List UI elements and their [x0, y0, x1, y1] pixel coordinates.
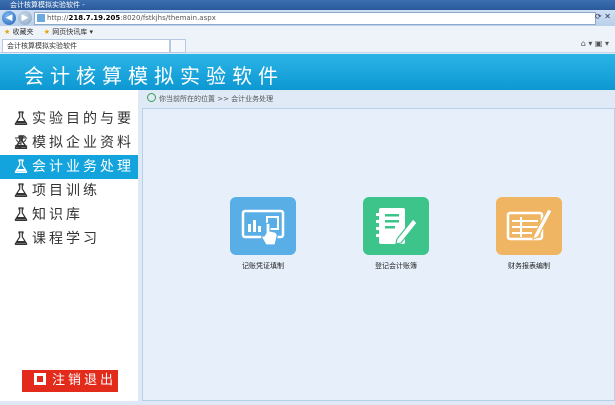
window-titlebar: 会计核算模拟实验软件 - — [0, 0, 615, 10]
add-favorite-icon[interactable]: ★ — [44, 28, 50, 36]
sidebar-item-6[interactable]: 课程学习 — [0, 227, 138, 251]
web-slice-link[interactable]: 网页快讯库 ▾ — [52, 28, 93, 36]
report-card[interactable] — [496, 197, 562, 255]
main-content: 你当前所在的位置 >> 会计业务处理 记账凭证填制 登记会计账簿 财务报表编制 — [140, 90, 615, 401]
home-icon[interactable]: ⌂ ▾ ▣ ▾ — [581, 39, 609, 48]
flask-icon — [14, 135, 32, 151]
logout-label: 注销退出 — [52, 373, 117, 388]
exit-icon — [34, 373, 46, 385]
app-header: 会计核算模拟实验软件 — [0, 54, 615, 90]
window-title: 会计核算模拟实验软件 - — [10, 1, 85, 9]
logout-button[interactable]: 注销退出 — [22, 370, 118, 392]
module-panel: 记账凭证填制 登记会计账簿 财务报表编制 — [142, 108, 615, 401]
voucher-icon — [230, 197, 296, 255]
url-path: :8020/fstkjhs/themain.aspx — [120, 14, 216, 22]
sidebar-item-label: 会计业务处理 — [32, 159, 134, 175]
sidebar-item-label: 模拟企业资料 — [32, 135, 134, 151]
page-icon — [37, 14, 45, 22]
ledger-icon — [363, 197, 429, 255]
sidebar-item-label: 项目训练 — [32, 183, 100, 199]
sidebar: 实验目的与要求 模拟企业资料 会计业务处理 项目训练知识库课程学习 注销退出 — [0, 90, 138, 401]
sidebar-item-label: 知识库 — [32, 207, 83, 223]
new-tab-button[interactable] — [170, 39, 186, 53]
report-icon — [496, 197, 562, 255]
sidebar-item-2[interactable]: 模拟企业资料 — [0, 131, 138, 155]
ledger-label[interactable]: 登记会计账簿 — [351, 261, 441, 271]
back-icon[interactable]: ◀ — [2, 11, 16, 25]
browser-tab[interactable]: 会计核算模拟实验软件 — [2, 39, 170, 53]
report-label[interactable]: 财务报表编制 — [484, 261, 574, 271]
ledger-card[interactable] — [363, 197, 429, 255]
sidebar-item-4[interactable]: 项目训练 — [0, 179, 138, 203]
location-pin-icon — [147, 93, 156, 102]
sidebar-item-5[interactable]: 知识库 — [0, 203, 138, 227]
address-bar: ◀ ▶ http://218.7.19.205:8020/fstkjhs/the… — [0, 10, 615, 26]
flask-icon — [14, 159, 32, 175]
voucher-card[interactable] — [230, 197, 296, 255]
favorites-button[interactable]: 收藏夹 — [13, 28, 34, 36]
sidebar-item-1[interactable]: 实验目的与要求 — [0, 107, 138, 151]
refresh-icon[interactable]: ⟳ ✕ — [595, 12, 611, 21]
star-icon[interactable]: ★ — [4, 28, 10, 36]
url-prefix: http:// — [47, 14, 69, 22]
sidebar-item-label: 课程学习 — [32, 231, 100, 247]
flask-icon — [14, 111, 32, 127]
app-title: 会计核算模拟实验软件 — [24, 64, 284, 88]
flask-icon — [14, 231, 32, 247]
sidebar-item-3[interactable]: 会计业务处理 — [0, 155, 138, 179]
sidebar-menu: 实验目的与要求 模拟企业资料 会计业务处理 项目训练知识库课程学习 — [0, 107, 138, 251]
breadcrumb-text: 你当前所在的位置 >> 会计业务处理 — [159, 95, 274, 103]
breadcrumb: 你当前所在的位置 >> 会计业务处理 — [140, 90, 615, 108]
tab-title: 会计核算模拟实验软件 — [7, 42, 77, 50]
forward-icon[interactable]: ▶ — [18, 11, 32, 25]
flask-icon — [14, 207, 32, 223]
url-input[interactable]: http://218.7.19.205:8020/fstkjhs/themain… — [34, 12, 596, 25]
tab-bar: 会计核算模拟实验软件 ⌂ ▾ ▣ ▾ — [0, 38, 615, 53]
url-host: 218.7.19.205 — [68, 14, 121, 22]
voucher-label[interactable]: 记账凭证填制 — [218, 261, 308, 271]
flask-icon — [14, 183, 32, 199]
